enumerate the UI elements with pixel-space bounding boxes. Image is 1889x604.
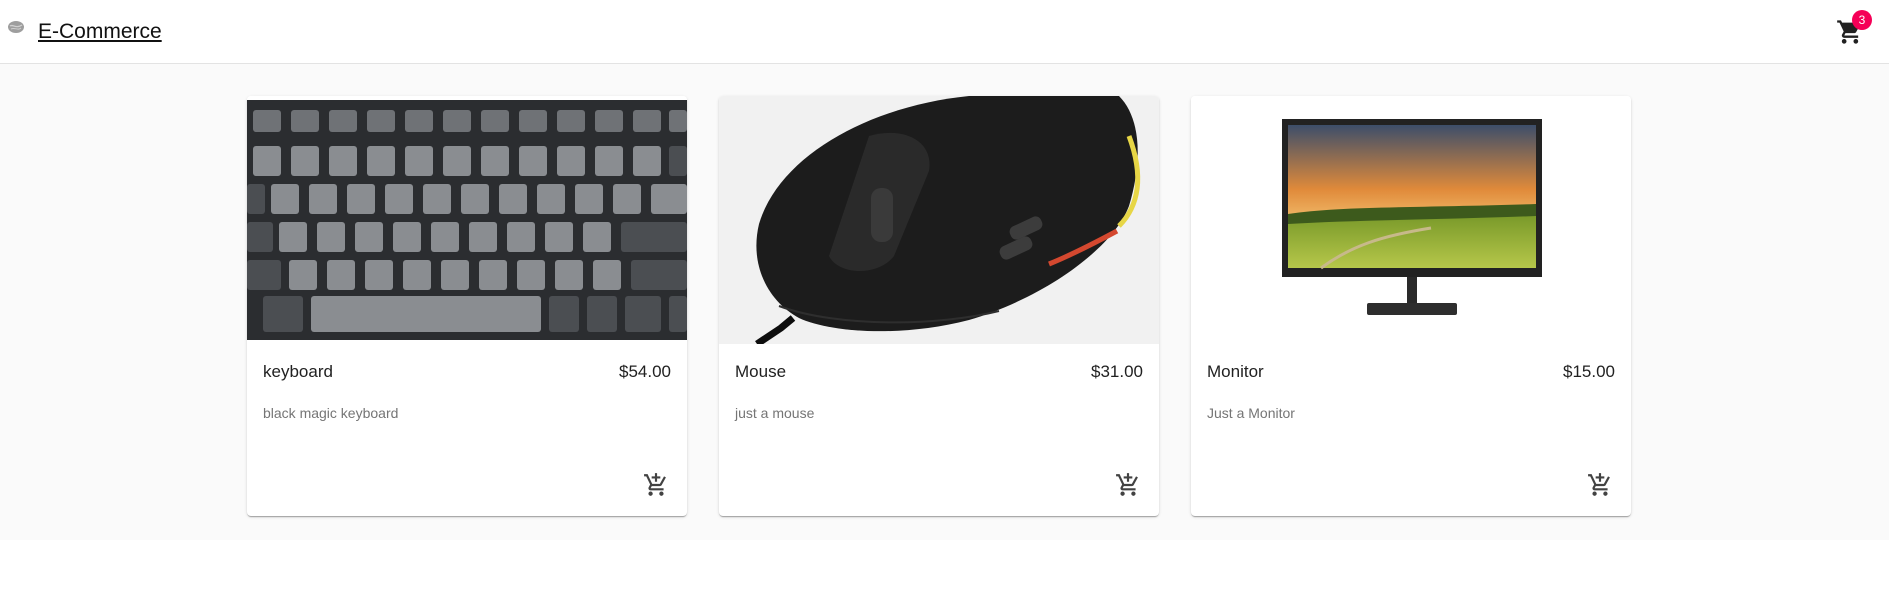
- cart-count-badge: 3: [1852, 10, 1872, 30]
- add-shopping-cart-icon[interactable]: [1587, 472, 1613, 498]
- app-bar: E-Commerce 3: [0, 0, 1889, 64]
- add-shopping-cart-icon[interactable]: [1115, 472, 1141, 498]
- product-grid: keyboard $54.00 black magic keyboard Mou…: [0, 64, 1889, 540]
- add-shopping-cart-icon[interactable]: [643, 472, 669, 498]
- product-price: $54.00: [619, 362, 671, 381]
- product-description: Just a Monitor: [1207, 405, 1295, 421]
- product-description: black magic keyboard: [263, 405, 399, 421]
- product-price: $31.00: [1091, 362, 1143, 381]
- monitor-photo: [1191, 96, 1631, 344]
- product-card-keyboard: keyboard $54.00 black magic keyboard: [247, 96, 687, 516]
- product-card-mouse: Mouse $31.00 just a mouse: [719, 96, 1159, 516]
- product-name: keyboard: [263, 362, 333, 381]
- brand-link[interactable]: E-Commerce: [38, 20, 162, 44]
- product-name: Monitor: [1207, 362, 1264, 381]
- keyboard-photo: [247, 96, 687, 344]
- product-price: $15.00: [1563, 362, 1615, 381]
- product-card-monitor: Monitor $15.00 Just a Monitor: [1191, 96, 1631, 516]
- mouse-photo: [719, 96, 1159, 344]
- product-name: Mouse: [735, 362, 787, 381]
- globe-logo-icon: [8, 21, 24, 33]
- product-description: just a mouse: [735, 405, 815, 421]
